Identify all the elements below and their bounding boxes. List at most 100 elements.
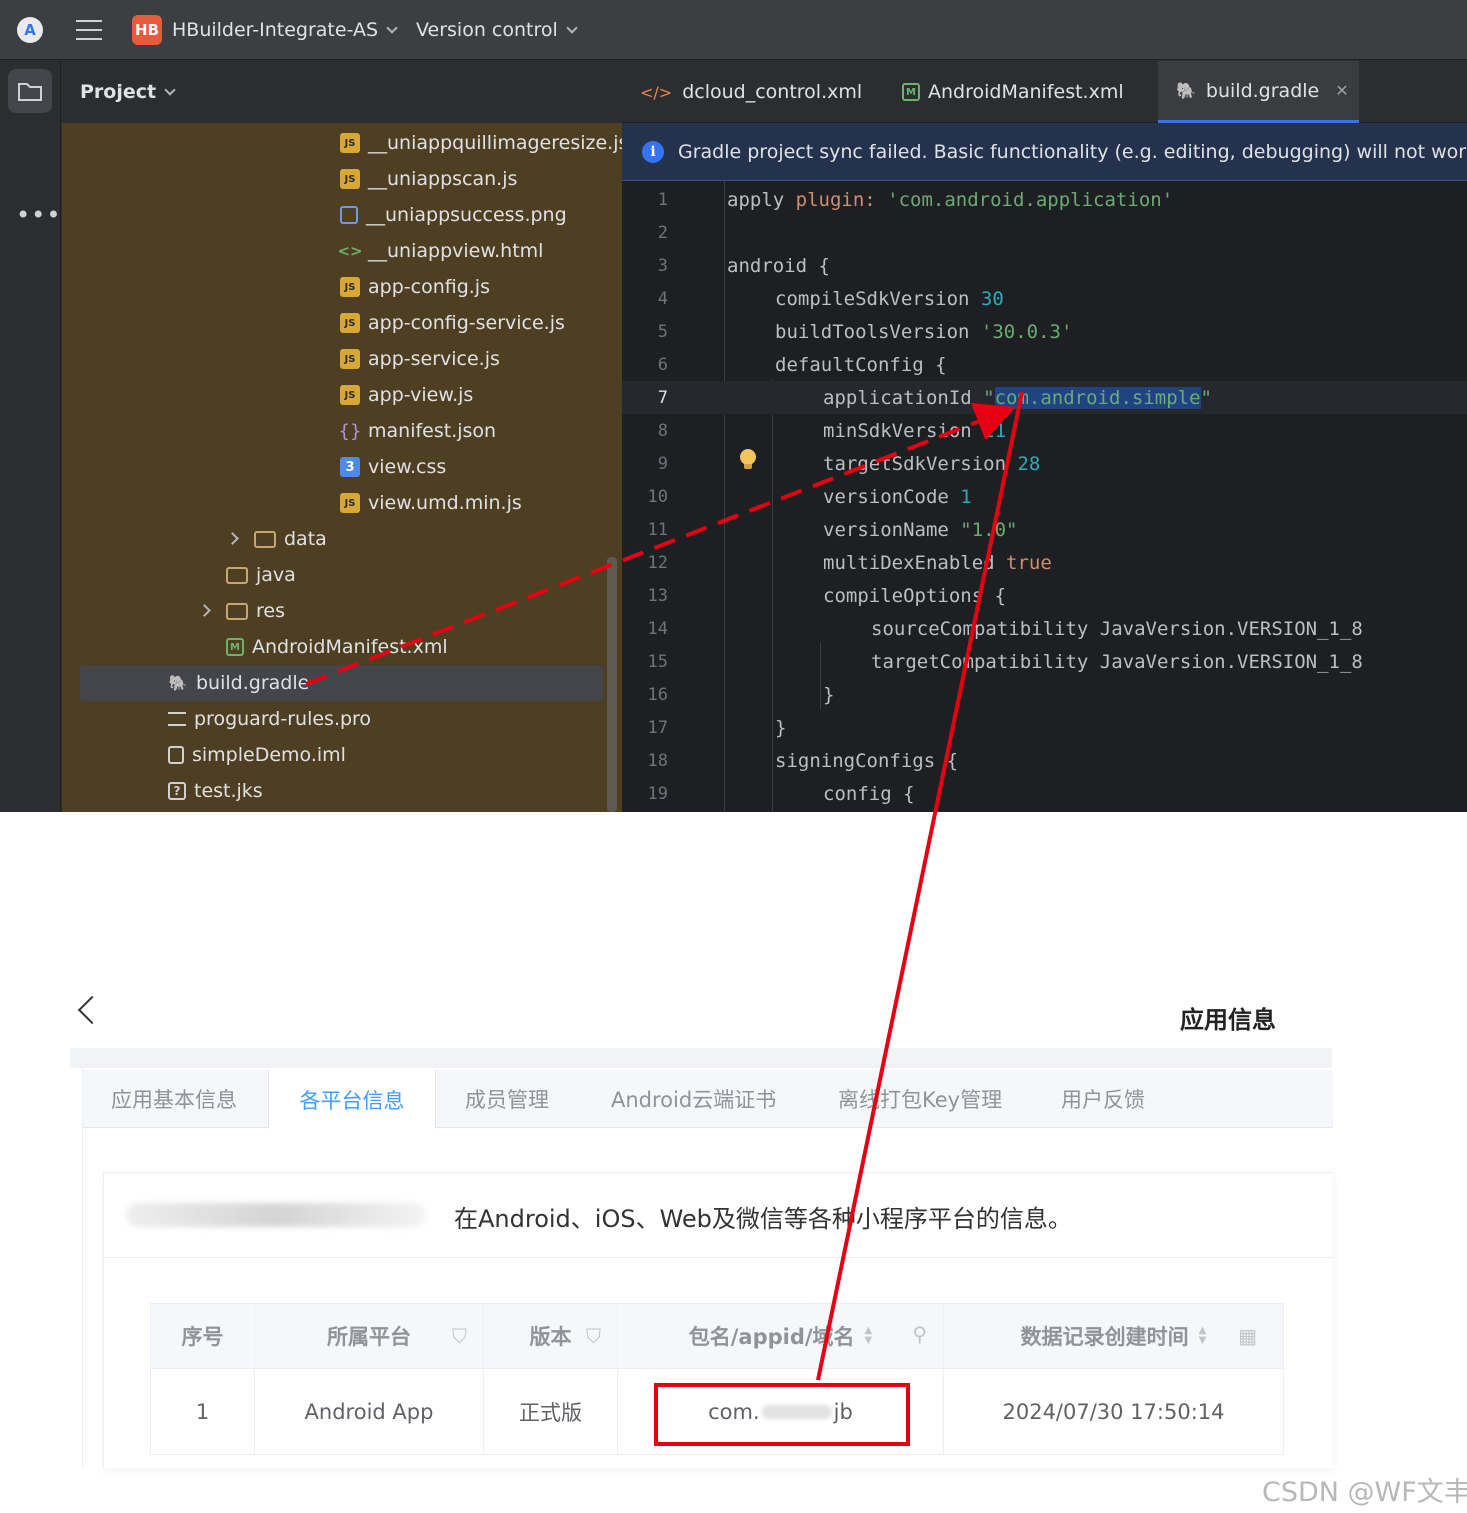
composite-screenshot: A HB HBuilder-Integrate-AS Version contr…: [0, 0, 1467, 1513]
cell-platform: Android App: [255, 1369, 484, 1455]
code-line: 11 versionName "1.0": [647, 518, 1018, 541]
project-scrollbar[interactable]: [607, 557, 617, 812]
tree-item-label: res: [256, 600, 285, 622]
tab-feedback[interactable]: 用户反馈: [1061, 1070, 1145, 1128]
tree-item[interactable]: 3 view.css: [340, 449, 446, 485]
code-line: 12 multiDexEnabled true: [647, 551, 1052, 574]
manifest-file-icon: M: [902, 83, 920, 101]
tree-item[interactable]: 🐘 build.gradle: [80, 665, 603, 701]
tree-item[interactable]: proguard-rules.pro: [168, 701, 371, 737]
tree-item-label: __uniappscan.js: [368, 168, 518, 190]
html-file-icon: <>: [337, 242, 363, 260]
lightbulb-icon[interactable]: [740, 449, 756, 469]
code-editor[interactable]: 1 apply plugin: 'com.android.application'…: [622, 181, 1467, 812]
tree-item-label: AndroidManifest.xml: [252, 636, 448, 658]
filter-icon[interactable]: ⛉: [586, 1324, 601, 1348]
chevron-down-icon: [566, 21, 578, 34]
js-file-icon: JS: [340, 277, 360, 297]
tree-item[interactable]: JS __uniappscan.js: [340, 161, 517, 197]
tab-build-gradle[interactable]: 🐘 build.gradle ✕: [1158, 61, 1359, 123]
unknown-file-icon: ?: [168, 782, 186, 800]
tree-item-label: view.umd.min.js: [368, 492, 522, 514]
chevron-down-icon: [386, 21, 398, 34]
calendar-icon[interactable]: ▦: [1238, 1324, 1257, 1348]
tree-item-label: simpleDemo.iml: [192, 744, 346, 766]
tab-offline-key[interactable]: 离线打包Key管理: [838, 1070, 1002, 1128]
tree-item[interactable]: JS view.umd.min.js: [340, 485, 522, 521]
tree-item[interactable]: JS app-config-service.js: [340, 305, 565, 341]
tab-basic-info[interactable]: 应用基本信息: [111, 1070, 237, 1128]
code-line-current: 7 applicationId "com.android.simple": [622, 381, 1467, 414]
chevron-right-icon[interactable]: [226, 532, 239, 545]
redacted-text: [126, 1203, 426, 1227]
tree-item[interactable]: java: [226, 557, 296, 593]
code-line: 8 minSdkVersion 21: [657, 419, 1007, 442]
tab-platform-info[interactable]: 各平台信息: [268, 1070, 436, 1129]
cell-edition: 正式版: [484, 1369, 618, 1455]
tree-item[interactable]: JS app-view.js: [340, 377, 473, 413]
chevron-right-icon[interactable]: [198, 604, 211, 617]
tree-item[interactable]: {} manifest.json: [339, 413, 497, 449]
page-title: 应用信息: [1180, 1006, 1276, 1034]
css-file-icon: 3: [340, 457, 360, 477]
js-file-icon: JS: [340, 133, 360, 153]
column-header-index: 序号: [150, 1303, 255, 1369]
search-icon[interactable]: ⚲: [912, 1322, 927, 1346]
code-line: 19 config {: [647, 782, 915, 805]
tree-item[interactable]: <> __uniappview.html: [337, 233, 544, 269]
title-bar: A HB HBuilder-Integrate-AS Version contr…: [0, 0, 1467, 60]
platform-description: 在Android、iOS、Web及微信等各种小程序平台的信息。: [454, 1205, 1072, 1233]
tree-item[interactable]: res: [226, 593, 285, 629]
main-menu-button[interactable]: [76, 0, 102, 60]
tree-item[interactable]: __uniappsuccess.png: [340, 197, 567, 233]
tree-item-label: app-config-service.js: [368, 312, 565, 334]
iml-file-icon: [168, 746, 184, 764]
editor-area: </> dcloud_control.xml M AndroidManifest…: [622, 61, 1467, 812]
tab-android-manifest[interactable]: M AndroidManifest.xml: [902, 61, 1124, 123]
tree-item[interactable]: simpleDemo.iml: [168, 737, 346, 773]
project-switcher[interactable]: HB HBuilder-Integrate-AS: [132, 0, 398, 60]
more-tools-icon[interactable]: •••: [16, 201, 61, 229]
sort-icon[interactable]: ▲ ▼: [1199, 1326, 1207, 1346]
project-panel: Project JS __uniappquillimageresize.js JS _…: [62, 61, 622, 812]
tab-android-cert[interactable]: Android云端证书: [611, 1070, 776, 1128]
column-header-platform: 所属平台 ⛉: [255, 1303, 484, 1369]
manifest-file-icon: M: [226, 638, 244, 656]
column-header-edition: 版本 ⛉: [484, 1303, 618, 1369]
tree-item[interactable]: ? test.jks: [168, 773, 263, 809]
cell-created: 2024/07/30 17:50:14: [944, 1369, 1284, 1455]
close-icon[interactable]: ✕: [1335, 81, 1348, 100]
folder-icon: [226, 566, 248, 584]
tab-dcloud-control[interactable]: </> dcloud_control.xml: [640, 61, 862, 123]
divider: [104, 1257, 1334, 1258]
app-info-tabs: 应用基本信息 各平台信息 成员管理 Android云端证书 离线打包Key管理 …: [83, 1070, 1333, 1129]
code-line: 5 buildToolsVersion '30.0.3': [657, 320, 1073, 343]
tree-item[interactable]: M AndroidManifest.xml: [226, 629, 448, 665]
code-line: 18 signingConfigs {: [647, 749, 959, 772]
sort-icon[interactable]: ▲ ▼: [865, 1326, 873, 1346]
android-studio-logo-icon: A: [17, 17, 43, 43]
project-panel-header[interactable]: Project: [62, 61, 622, 123]
back-arrow-icon[interactable]: [77, 995, 107, 1025]
folder-icon: [254, 530, 276, 548]
tree-item[interactable]: data: [254, 521, 327, 557]
tree-item-label: __uniappview.html: [368, 240, 544, 262]
page-gutter: [70, 1048, 1332, 1068]
app-logo[interactable]: A: [17, 0, 43, 60]
code-line: 1 apply plugin: 'com.android.application': [657, 188, 1174, 211]
project-name: HBuilder-Integrate-AS: [172, 19, 379, 41]
android-studio-window: A HB HBuilder-Integrate-AS Version contr…: [0, 0, 1467, 812]
code-line: 15 targetCompatibility JavaVersion.VERSIO…: [647, 650, 1363, 673]
xml-file-icon: </>: [640, 82, 673, 102]
tree-item[interactable]: JS __uniappquillimageresize.js: [340, 125, 622, 161]
chevron-down-icon: [164, 83, 176, 96]
tab-members[interactable]: 成员管理: [465, 1070, 549, 1128]
tree-item[interactable]: JS app-service.js: [340, 341, 500, 377]
sync-failed-banner: i Gradle project sync failed. Basic func…: [622, 123, 1467, 181]
project-tool-button[interactable]: [8, 69, 52, 113]
tree-item[interactable]: JS app-config.js: [340, 269, 490, 305]
code-line: 6 defaultConfig {: [657, 353, 947, 376]
version-control-menu[interactable]: Version control: [416, 0, 578, 60]
tree-item-label: app-service.js: [368, 348, 500, 370]
filter-icon[interactable]: ⛉: [452, 1324, 467, 1348]
